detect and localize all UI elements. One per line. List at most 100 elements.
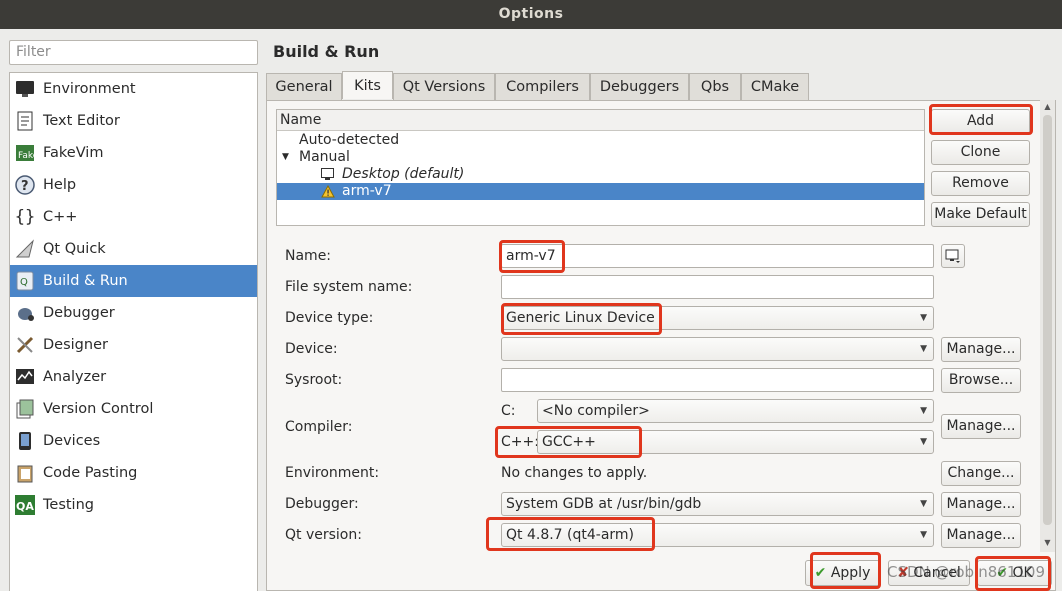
fs-name-label: File system name: <box>285 279 413 295</box>
category-label: Version Control <box>43 401 154 417</box>
category-debugger[interactable]: Debugger <box>10 297 257 329</box>
scroll-down-icon[interactable]: ▼ <box>1040 538 1055 550</box>
category-label: Environment <box>43 81 136 97</box>
category-label: Text Editor <box>43 113 120 129</box>
svg-text:QA: QA <box>16 500 34 513</box>
tab-qbs[interactable]: Qbs <box>689 73 741 100</box>
make-default-button[interactable]: Make Default <box>931 202 1030 227</box>
chevron-down-icon: ▼ <box>920 499 927 509</box>
build-run-icon: Q <box>14 270 36 292</box>
window-title: Options <box>0 0 1062 29</box>
tree-item-label: Manual <box>299 149 350 165</box>
sysroot-label: Sysroot: <box>285 372 343 388</box>
category-label: Devices <box>43 433 101 449</box>
cpp-compiler-value: GCC++ <box>542 434 596 450</box>
category-label: Help <box>43 177 77 193</box>
qt-version-manage-button[interactable]: Manage... <box>941 523 1021 548</box>
category-version-control[interactable]: Version Control <box>10 393 257 425</box>
category-cpp[interactable]: {} C++ <box>10 201 257 233</box>
category-analyzer[interactable]: Analyzer <box>10 361 257 393</box>
scroll-up-icon[interactable]: ▲ <box>1040 102 1055 114</box>
tree-item-arm-v7[interactable]: arm-v7 <box>277 183 924 200</box>
apply-button[interactable]: ✔ Apply <box>805 560 880 586</box>
chevron-down-icon: ▼ <box>920 437 927 447</box>
clone-button[interactable]: Clone <box>931 140 1030 165</box>
expand-arrow-icon[interactable]: ▼ <box>282 149 289 166</box>
kits-tree: Name Auto-detected ▼ Manual Desktop (def… <box>276 109 925 226</box>
debugger-select[interactable]: System GDB at /usr/bin/gdb ▼ <box>501 492 934 516</box>
tree-item-label: arm-v7 <box>342 183 392 199</box>
category-label: Designer <box>43 337 108 353</box>
category-label: Build & Run <box>43 273 128 289</box>
qtquick-icon <box>14 238 36 260</box>
tab-cmake[interactable]: CMake <box>741 73 809 100</box>
category-devices[interactable]: Devices <box>10 425 257 457</box>
warning-icon <box>321 184 335 203</box>
add-button[interactable]: Add <box>931 109 1030 134</box>
category-text-editor[interactable]: Text Editor <box>10 105 257 137</box>
qt-version-select[interactable]: Qt 4.8.7 (qt4-arm) ▼ <box>501 523 934 547</box>
designer-brush-icon <box>14 334 36 356</box>
environment-change-button[interactable]: Change... <box>941 461 1021 486</box>
tree-item-auto-detected[interactable]: Auto-detected <box>277 132 924 149</box>
compiler-label: Compiler: <box>285 419 353 435</box>
debugger-value: System GDB at /usr/bin/gdb <box>506 496 702 512</box>
monitor-icon <box>14 78 36 100</box>
remove-button[interactable]: Remove <box>931 171 1030 196</box>
chevron-down-icon: ▼ <box>920 344 927 354</box>
category-label: C++ <box>43 209 78 225</box>
category-help[interactable]: ? Help <box>10 169 257 201</box>
name-field[interactable]: arm-v7 <box>501 244 934 268</box>
tab-general[interactable]: General <box>266 73 342 100</box>
device-select[interactable]: ▼ <box>501 337 934 361</box>
cpp-compiler-select[interactable]: GCC++ ▼ <box>537 430 934 454</box>
kit-icon-button[interactable] <box>941 244 965 268</box>
panel-scrollbar[interactable]: ▲ ▼ <box>1040 100 1055 552</box>
tab-debuggers[interactable]: Debuggers <box>590 73 689 100</box>
tree-item-manual[interactable]: ▼ Manual <box>277 149 924 166</box>
chevron-down-icon: ▼ <box>920 530 927 540</box>
tab-qt-versions[interactable]: Qt Versions <box>393 73 495 100</box>
c-compiler-select[interactable]: <No compiler> ▼ <box>537 399 934 423</box>
filter-input[interactable]: Filter <box>9 40 258 65</box>
tree-header-name[interactable]: Name <box>277 110 924 131</box>
sysroot-field[interactable] <box>501 368 934 392</box>
c-compiler-value: <No compiler> <box>542 403 650 419</box>
category-label: Testing <box>43 497 94 513</box>
svg-text:Q: Q <box>20 277 28 288</box>
scrollbar-thumb[interactable] <box>1043 115 1052 525</box>
tree-item-desktop[interactable]: Desktop (default) <box>277 166 924 183</box>
category-qt-quick[interactable]: Qt Quick <box>10 233 257 265</box>
device-type-value: Generic Linux Device <box>506 310 655 326</box>
check-icon: ✔ <box>814 565 827 581</box>
device-type-select[interactable]: Generic Linux Device ▼ <box>501 306 934 330</box>
sysroot-browse-button[interactable]: Browse... <box>941 368 1021 393</box>
environment-label: Environment: <box>285 465 380 481</box>
svg-text:?: ? <box>21 179 29 194</box>
chevron-down-icon: ▼ <box>920 313 927 323</box>
fs-name-field[interactable] <box>501 275 934 299</box>
category-label: FakeVim <box>43 145 104 161</box>
category-fakevim[interactable]: Fake FakeVim <box>10 137 257 169</box>
name-label: Name: <box>285 248 332 264</box>
tab-kits[interactable]: Kits <box>342 71 393 99</box>
category-code-pasting[interactable]: Code Pasting <box>10 457 257 489</box>
device-icon <box>14 430 36 452</box>
compiler-manage-button[interactable]: Manage... <box>941 414 1021 439</box>
tab-compilers[interactable]: Compilers <box>495 73 590 100</box>
text-document-icon <box>14 110 36 132</box>
category-designer[interactable]: Designer <box>10 329 257 361</box>
svg-text:Fake: Fake <box>18 151 35 161</box>
category-testing[interactable]: QA Testing <box>10 489 257 521</box>
debugger-manage-button[interactable]: Manage... <box>941 492 1021 517</box>
category-label: Qt Quick <box>43 241 106 257</box>
category-build-run[interactable]: Q Build & Run <box>10 265 257 297</box>
category-environment[interactable]: Environment <box>10 73 257 105</box>
chevron-down-icon: ▼ <box>920 406 927 416</box>
tree-item-label: Desktop (default) <box>342 166 465 182</box>
device-manage-button[interactable]: Manage... <box>941 337 1021 362</box>
category-list: Environment Text Editor Fake FakeVim ? H… <box>9 72 258 591</box>
apply-label: Apply <box>830 565 871 581</box>
environment-value: No changes to apply. <box>501 465 648 481</box>
qt-version-label: Qt version: <box>285 527 362 543</box>
